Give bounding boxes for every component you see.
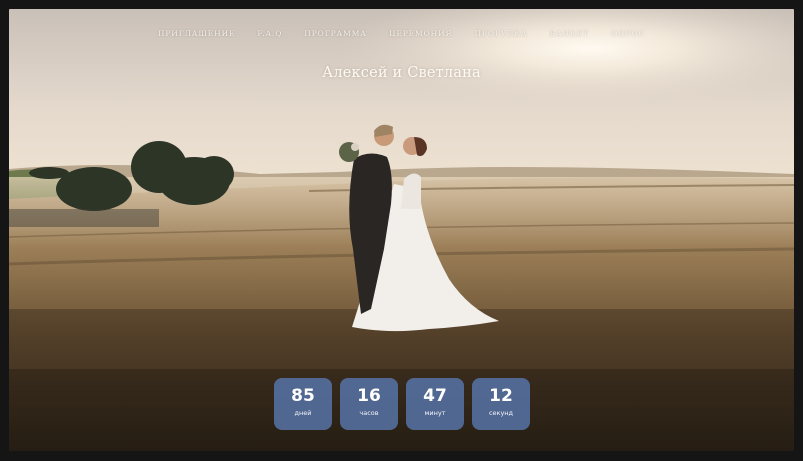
countdown-minutes-label: минут <box>424 409 446 417</box>
countdown-days-value: 85 <box>291 386 315 406</box>
nav-link-invitation[interactable]: Приглашение <box>158 29 236 38</box>
countdown-minutes-value: 47 <box>423 386 447 406</box>
nav-link-walk[interactable]: Прогулка <box>474 29 527 38</box>
countdown-seconds-value: 12 <box>489 386 513 406</box>
countdown-minutes: 47 минут <box>406 378 464 430</box>
top-navigation: Приглашение F.A.Q Программа Церемония Пр… <box>9 29 794 38</box>
browser-frame: Приглашение F.A.Q Программа Церемония Пр… <box>0 0 803 461</box>
nav-link-program[interactable]: Программа <box>304 29 367 38</box>
countdown-hours-label: часов <box>359 409 379 417</box>
nav-link-faq[interactable]: F.A.Q <box>257 29 282 38</box>
countdown-days-label: дней <box>294 409 312 417</box>
countdown-seconds: 12 секунд <box>472 378 530 430</box>
nav-link-banquet[interactable]: Банкет <box>550 29 589 38</box>
countdown-days: 85 дней <box>274 378 332 430</box>
couple-names-title: Алексей и Светлана <box>322 65 481 81</box>
countdown-hours-value: 16 <box>357 386 381 406</box>
nav-link-ceremony[interactable]: Церемония <box>389 29 453 38</box>
countdown-seconds-label: секунд <box>488 409 514 417</box>
nav-link-survey[interactable]: Опрос <box>611 29 645 38</box>
countdown-timer: 85 дней 16 часов 47 минут 12 секунд <box>274 378 530 430</box>
hero-section: Приглашение F.A.Q Программа Церемония Пр… <box>9 9 794 451</box>
countdown-hours: 16 часов <box>340 378 398 430</box>
